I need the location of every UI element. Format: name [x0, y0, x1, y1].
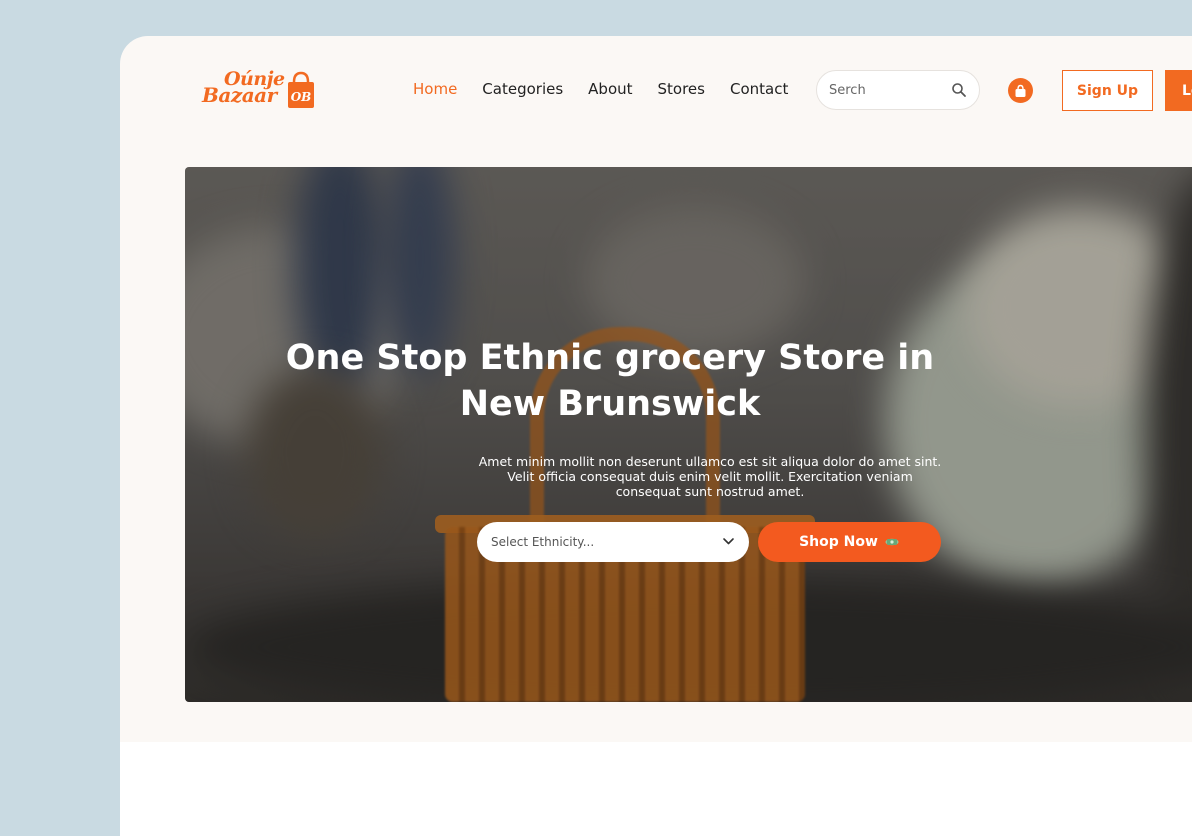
chevron-down-icon	[723, 538, 734, 545]
logo-bag-icon: OB	[288, 71, 314, 108]
hero-overlay	[185, 167, 1192, 702]
money-icon	[885, 538, 899, 546]
content-section	[120, 742, 1192, 836]
search-input[interactable]	[829, 80, 944, 100]
hero-description: Amet minim mollit non deserunt ullamco e…	[478, 454, 942, 499]
logo-line2: Bazaar	[202, 83, 277, 107]
signup-button[interactable]: Sign Up	[1062, 70, 1153, 111]
main-nav: Home Categories About Stores Contact	[413, 80, 813, 98]
shop-now-label: Shop Now	[799, 534, 878, 550]
nav-home[interactable]: Home	[413, 80, 457, 98]
shopping-bag-icon	[1015, 84, 1026, 97]
svg-text:OB: OB	[291, 90, 312, 104]
hero-title: One Stop Ethnic grocery Store in New Bru…	[185, 335, 1192, 427]
hero-title-line2: New Brunswick	[459, 384, 761, 424]
login-button[interactable]: Log In	[1165, 70, 1192, 111]
ethnicity-select[interactable]: Select Ethnicity...	[477, 522, 749, 562]
search-box	[816, 70, 980, 110]
hero-title-line1: One Stop Ethnic grocery Store in	[285, 338, 935, 378]
nav-about[interactable]: About	[588, 80, 632, 98]
nav-contact[interactable]: Contact	[730, 80, 788, 98]
cart-button[interactable]	[1008, 78, 1033, 103]
page-frame: Oúnje Bazaar OB Home Categories About St…	[120, 36, 1192, 836]
nav-stores[interactable]: Stores	[658, 80, 705, 98]
brand-logo[interactable]: Oúnje Bazaar OB	[202, 68, 322, 114]
shop-now-button[interactable]: Shop Now	[758, 522, 941, 562]
ethnicity-select-value: Select Ethnicity...	[491, 535, 595, 549]
search-icon[interactable]	[951, 82, 967, 98]
nav-categories[interactable]: Categories	[482, 80, 563, 98]
hero-banner: One Stop Ethnic grocery Store in New Bru…	[185, 167, 1192, 702]
